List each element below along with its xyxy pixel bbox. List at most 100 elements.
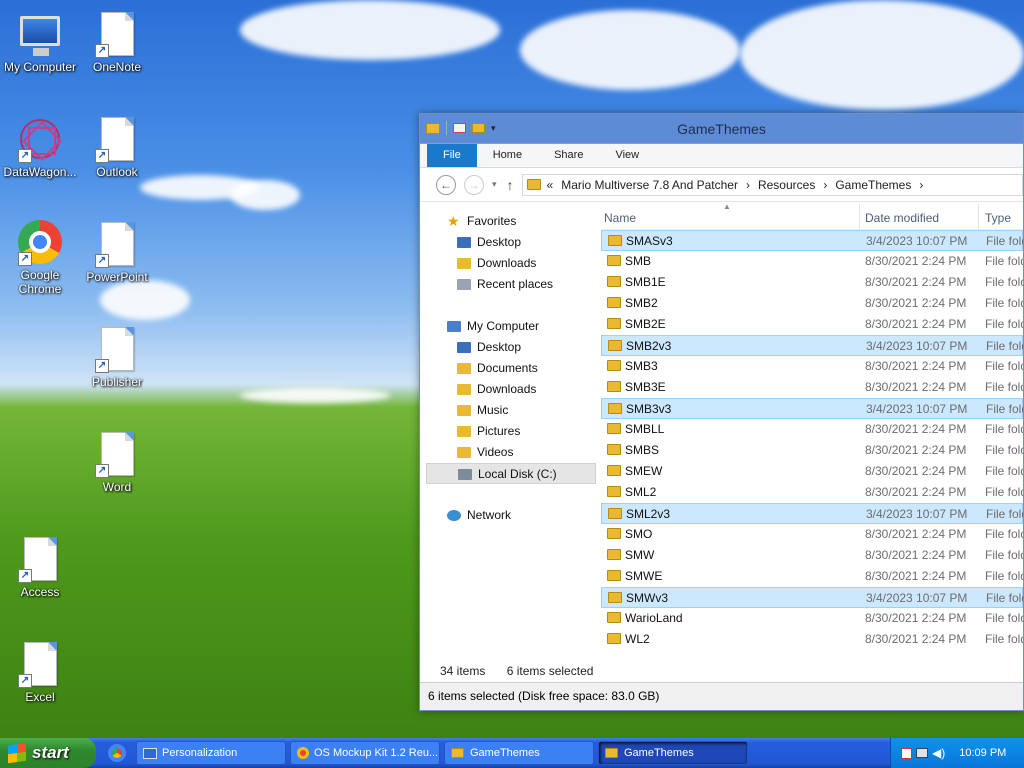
desktop-icon-word[interactable]: ↗ Word — [77, 430, 157, 494]
desktop-icon-powerpoint[interactable]: ↗ PowerPoint — [77, 220, 157, 284]
column-headers: ▲ Name Date modified Type — [601, 204, 1023, 230]
nav-favorites[interactable]: ★ Favorites — [426, 211, 596, 232]
file-type: File folder — [986, 402, 1023, 416]
file-name: WL2 — [625, 632, 650, 646]
flag-icon[interactable] — [901, 747, 912, 759]
shortcut-arrow-icon: ↗ — [95, 149, 109, 163]
nav-label: Recent places — [477, 277, 554, 291]
tab-view[interactable]: View — [599, 144, 655, 167]
file-row[interactable]: SMBS 8/30/2021 2:24 PM File folder — [601, 440, 1023, 461]
file-row[interactable]: SMB2v3 3/4/2023 10:07 PM File folder — [601, 335, 1023, 356]
desktop-icon-access[interactable]: ↗ Access — [0, 535, 80, 599]
cloud — [100, 280, 190, 320]
breadcrumb-separator[interactable]: › — [823, 178, 827, 192]
folder-icon — [607, 612, 621, 623]
file-type: File folder — [986, 339, 1023, 353]
file-row[interactable]: SMB1E 8/30/2021 2:24 PM File folder — [601, 272, 1023, 293]
folder-icon — [607, 381, 621, 392]
column-date-modified[interactable]: Date modified — [865, 211, 939, 225]
file-row[interactable]: SMB2E 8/30/2021 2:24 PM File folder — [601, 314, 1023, 335]
file-date: 3/4/2023 10:07 PM — [866, 402, 968, 416]
nav-music[interactable]: Music — [426, 400, 596, 421]
tab-share[interactable]: Share — [538, 144, 599, 167]
desktop-icon-onenote[interactable]: ↗ OneNote — [77, 10, 157, 74]
file-row[interactable]: SMEW 8/30/2021 2:24 PM File folder — [601, 461, 1023, 482]
file-type: File folder — [986, 591, 1023, 605]
computer-icon — [20, 16, 60, 56]
file-row[interactable]: WarioLand 8/30/2021 2:24 PM File folder — [601, 608, 1023, 629]
start-button[interactable]: start — [0, 738, 96, 768]
nav-network[interactable]: Network — [426, 505, 596, 526]
file-row[interactable]: SMB 8/30/2021 2:24 PM File folder — [601, 251, 1023, 272]
folder-icon — [608, 340, 622, 351]
desktop-icon-datawagon[interactable]: ↗ DataWagon... — [0, 115, 80, 179]
nav-pictures[interactable]: Pictures — [426, 421, 596, 442]
nav-label: Favorites — [467, 214, 517, 228]
folder-icon — [607, 318, 621, 329]
nav-computer-downloads[interactable]: Downloads — [426, 379, 596, 400]
network-tray-icon[interactable] — [916, 748, 928, 758]
breadcrumb-item[interactable]: GameThemes — [835, 178, 911, 192]
task-gamethemes-1[interactable]: GameThemes — [444, 741, 594, 765]
file-row[interactable]: SMB3E 8/30/2021 2:24 PM File folder — [601, 377, 1023, 398]
file-row[interactable]: SML2v3 3/4/2023 10:07 PM File folder — [601, 503, 1023, 524]
address-box[interactable]: « Mario Multiverse 7.8 And Patcher › Res… — [521, 173, 1023, 196]
file-row[interactable]: SMB3v3 3/4/2023 10:07 PM File folder — [601, 398, 1023, 419]
recent-dropdown-icon[interactable]: ▾ — [492, 179, 497, 190]
nav-downloads[interactable]: Downloads — [426, 253, 596, 274]
nav-desktop[interactable]: Desktop — [426, 232, 596, 253]
nav-computer-desktop[interactable]: Desktop — [426, 337, 596, 358]
desktop-icon-google-chrome[interactable]: ↗ Google Chrome — [0, 218, 80, 296]
clock[interactable]: 10:09 PM — [959, 747, 1006, 759]
column-name[interactable]: Name — [604, 211, 636, 225]
task-os-mockup-kit[interactable]: OS Mockup Kit 1.2 Reu... — [290, 741, 440, 765]
nav-my-computer[interactable]: My Computer — [426, 316, 596, 337]
chrome-quicklaunch-icon[interactable] — [108, 744, 126, 762]
window-titlebar[interactable]: ▾ GameThemes — [420, 114, 1023, 144]
nav-documents[interactable]: Documents — [426, 358, 596, 379]
desktop-icon-publisher[interactable]: ↗ Publisher — [77, 325, 157, 389]
task-personalization[interactable]: Personalization — [136, 741, 286, 765]
file-name: SMO — [625, 527, 653, 541]
nav-recent-places[interactable]: Recent places — [426, 274, 596, 295]
file-row[interactable]: SML2 8/30/2021 2:24 PM File folder — [601, 482, 1023, 503]
file-row[interactable]: SMASv3 3/4/2023 10:07 PM File folder — [601, 230, 1023, 251]
file-row[interactable]: SMBLL 8/30/2021 2:24 PM File folder — [601, 419, 1023, 440]
task-gamethemes-2[interactable]: GameThemes — [598, 741, 748, 765]
breadcrumb-item[interactable]: Resources — [758, 178, 815, 192]
tab-file[interactable]: File — [427, 144, 477, 167]
address-overflow[interactable]: « — [547, 178, 554, 192]
windows-logo-icon — [8, 742, 26, 764]
nav-local-disk[interactable]: Local Disk (C:) — [426, 463, 596, 484]
cloud — [240, 388, 390, 403]
breadcrumb-item[interactable]: Mario Multiverse 7.8 And Patcher — [561, 178, 738, 192]
nav-label: Pictures — [477, 424, 521, 438]
file-name: SMB3E — [625, 380, 666, 394]
desktop-icon-outlook[interactable]: ↗ Outlook — [77, 115, 157, 179]
nav-label: Music — [477, 403, 509, 417]
file-type: File folder — [985, 464, 1023, 478]
file-type: File folder — [986, 234, 1023, 248]
file-row[interactable]: WL2 8/30/2021 2:24 PM File folder — [601, 629, 1023, 650]
forward-arrow-icon[interactable]: → — [464, 174, 484, 195]
nav-videos[interactable]: Videos — [426, 442, 596, 463]
file-date: 8/30/2021 2:24 PM — [865, 254, 967, 268]
file-row[interactable]: SMW 8/30/2021 2:24 PM File folder — [601, 545, 1023, 566]
file-row[interactable]: SMB3 8/30/2021 2:24 PM File folder — [601, 356, 1023, 377]
file-row[interactable]: SMWE 8/30/2021 2:24 PM File folder — [601, 566, 1023, 587]
volume-icon[interactable]: ◀) — [932, 746, 945, 760]
file-row[interactable]: SMB2 8/30/2021 2:24 PM File folder — [601, 293, 1023, 314]
desktop-icon-excel[interactable]: ↗ Excel — [0, 640, 80, 704]
shortcut-arrow-icon: ↗ — [95, 44, 109, 58]
file-row[interactable]: SMO 8/30/2021 2:24 PM File folder — [601, 524, 1023, 545]
breadcrumb-separator[interactable]: › — [919, 178, 923, 192]
breadcrumb-separator[interactable]: › — [746, 178, 750, 192]
desktop-icon-my-computer[interactable]: My Computer — [0, 10, 80, 74]
column-type[interactable]: Type — [985, 211, 1011, 225]
back-arrow-icon[interactable]: ← — [436, 174, 456, 195]
folder-icon — [607, 570, 621, 581]
up-arrow-icon[interactable]: ↑ — [507, 177, 514, 193]
file-name: SMBS — [625, 443, 660, 457]
file-row[interactable]: SMWv3 3/4/2023 10:07 PM File folder — [601, 587, 1023, 608]
tab-home[interactable]: Home — [477, 144, 538, 167]
